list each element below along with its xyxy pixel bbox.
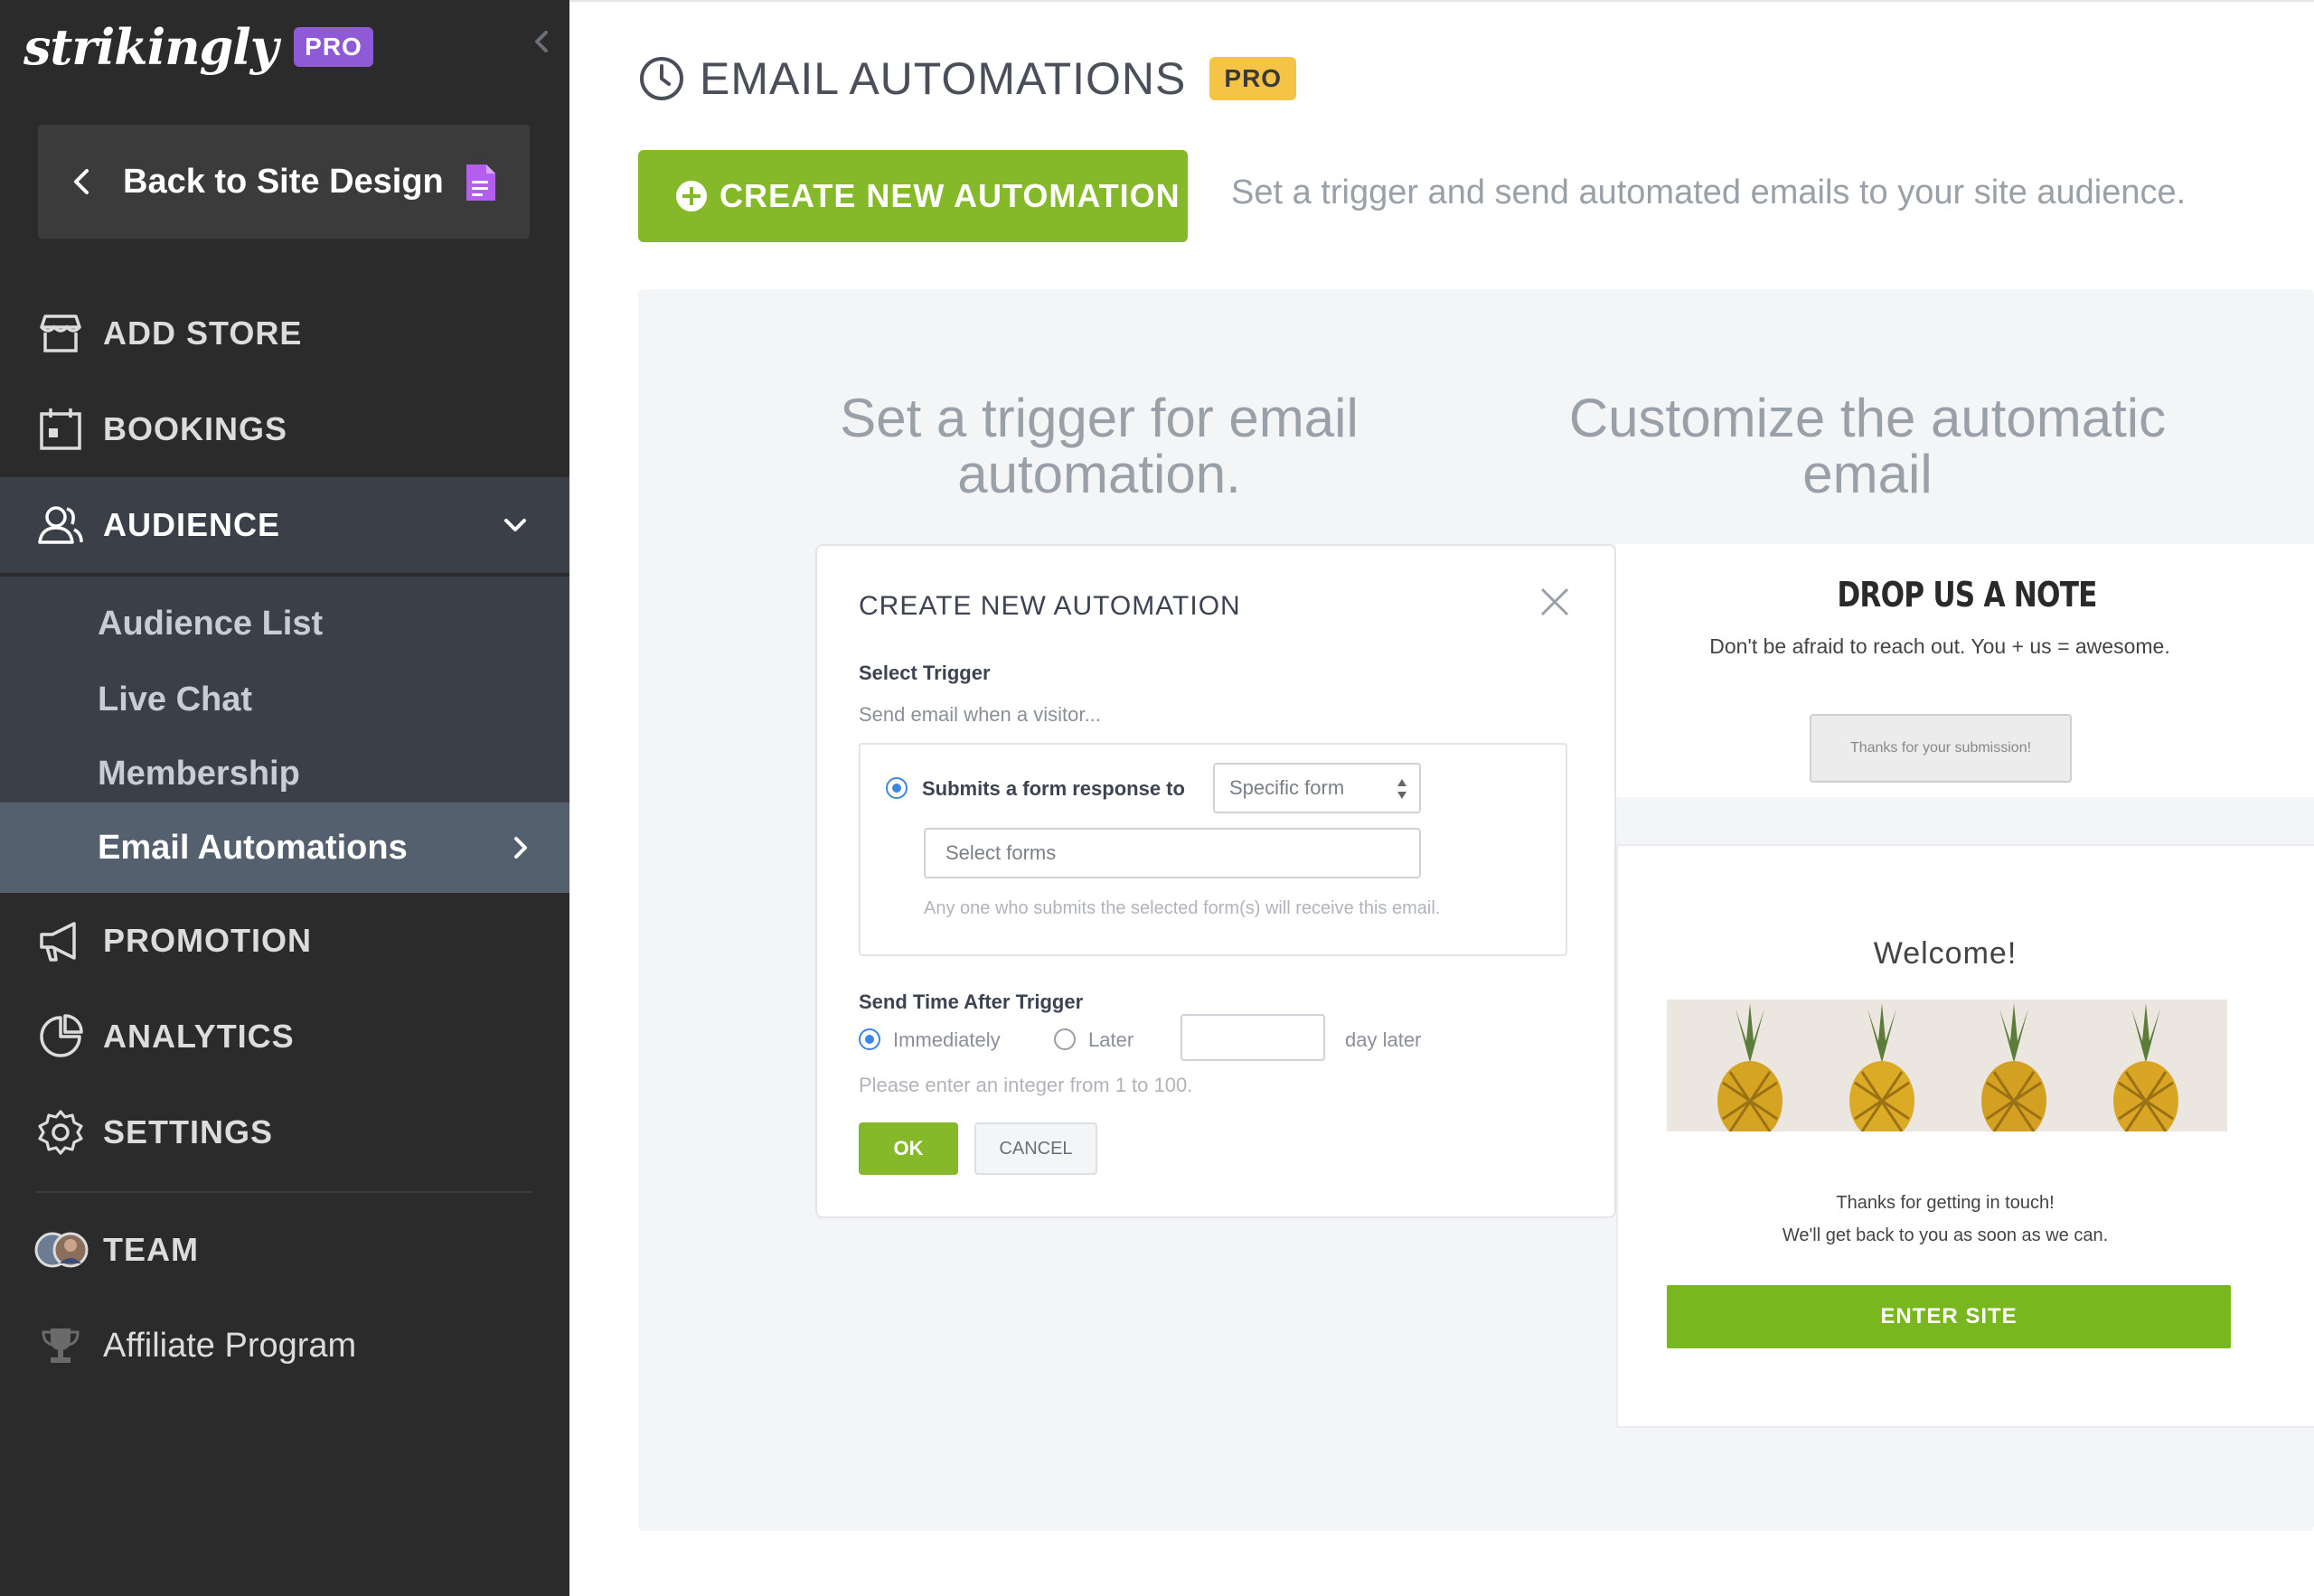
trigger-heading-line-2: automation. <box>957 444 1241 504</box>
customize-heading-line-1: Customize the automatic <box>1568 388 2167 448</box>
calendar-icon <box>36 405 85 454</box>
select-arrows-icon <box>1397 779 1406 799</box>
sidebar-item-live-chat[interactable]: Live Chat <box>0 662 569 737</box>
back-to-site-design-button[interactable]: Back to Site Design <box>38 125 530 239</box>
nav-label-add-store: ADD STORE <box>103 315 303 352</box>
page-header: EMAIL AUTOMATIONS PRO <box>638 47 1297 110</box>
integer-hint: Please enter an integer from 1 to 100. <box>859 1074 1193 1096</box>
later-radio[interactable] <box>1054 1028 1076 1050</box>
modal-title: CREATE NEW AUTOMATION <box>859 591 1241 621</box>
welcome-title: Welcome! <box>1873 936 2018 971</box>
pineapples-image <box>1667 1000 2227 1131</box>
clock-icon <box>640 57 683 100</box>
specific-form-select[interactable]: Specific form <box>1213 763 1421 813</box>
select-trigger-label: Select Trigger <box>859 662 991 684</box>
nav-label-audience: AUDIENCE <box>103 506 281 543</box>
day-later-label: day later <box>1345 1028 1422 1051</box>
audience-subnav: Audience List Live Chat Membership Email… <box>0 577 569 893</box>
nav-label-promotion: PROMOTION <box>103 922 312 959</box>
note-title: DROP US A NOTE <box>1837 575 2097 615</box>
create-automation-modal: CREATE NEW AUTOMATION Select Trigger Sen… <box>815 544 1616 1218</box>
days-input[interactable] <box>1181 1014 1325 1061</box>
store-icon <box>36 309 85 358</box>
nav-item-add-store[interactable]: ADD STORE <box>0 286 569 381</box>
chevron-down-icon <box>504 519 526 531</box>
nav-item-promotion[interactable]: PROMOTION <box>0 893 569 989</box>
nav-item-settings[interactable]: SETTINGS <box>0 1084 569 1180</box>
welcome-email-preview: Welcome! Thanks for getting in touch! We… <box>1616 844 2314 1428</box>
trigger-heading-line-1: Set a trigger for email <box>840 388 1359 448</box>
note-submit-button: Thanks for your submission! <box>1810 714 2072 783</box>
cancel-button[interactable]: CANCEL <box>974 1122 1097 1175</box>
sub-label-audience-list: Audience List <box>98 604 324 643</box>
nav-item-analytics[interactable]: ANALYTICS <box>0 989 569 1084</box>
immediately-radio[interactable] <box>859 1028 880 1050</box>
send-time-label: Send Time After Trigger <box>859 990 1084 1013</box>
sidebar: strikingly PRO Back to Site Design ADD S… <box>0 0 569 1596</box>
trigger-options-box: Submits a form response to Specific form… <box>859 743 1567 956</box>
submits-form-label: Submits a form response to <box>922 777 1185 800</box>
immediately-label: Immediately <box>893 1028 1001 1051</box>
enter-site-button: ENTER SITE <box>1667 1285 2231 1348</box>
note-subtitle: Don't be afraid to reach out. You + us =… <box>1709 634 2170 658</box>
contact-form-preview: DROP US A NOTE Don't be afraid to reach … <box>1616 544 2314 797</box>
page-title: EMAIL AUTOMATIONS <box>700 53 1187 104</box>
anyone-note: Any one who submits the selected form(s)… <box>924 898 1441 918</box>
select-forms-placeholder: Select forms <box>945 841 1057 864</box>
close-icon[interactable] <box>1538 586 1571 618</box>
customize-heading-line-2: email <box>1802 444 1933 504</box>
sub-label-membership: Membership <box>98 754 300 793</box>
audience-icon <box>36 501 85 549</box>
create-description: Set a trigger and send automated emails … <box>1231 174 2187 211</box>
sub-label-email-automations: Email Automations <box>98 828 408 867</box>
submits-form-radio[interactable] <box>886 777 908 799</box>
thanks-line-2: We'll get back to you as soon as we can. <box>1782 1225 2109 1245</box>
nav-label-team: TEAM <box>103 1231 199 1268</box>
specific-form-value: Specific form <box>1229 776 1345 799</box>
nav-item-team[interactable]: TEAM <box>0 1202 569 1298</box>
trophy-icon <box>36 1321 85 1370</box>
team-avatar-icon <box>34 1232 89 1268</box>
nav-item-affiliate-program[interactable]: Affiliate Program <box>0 1298 569 1394</box>
onboarding-panel: Set a trigger for email automation. Cust… <box>638 289 2314 1531</box>
nav-label-analytics: ANALYTICS <box>103 1018 295 1055</box>
trigger-heading: Set a trigger for email automation. <box>792 390 1406 502</box>
nav-label-settings: SETTINGS <box>103 1113 274 1150</box>
plus-circle-icon <box>676 181 707 211</box>
nav-item-bookings[interactable]: BOOKINGS <box>0 381 569 477</box>
sidebar-item-audience-list[interactable]: Audience List <box>0 586 569 662</box>
ok-button[interactable]: OK <box>859 1122 958 1175</box>
sidebar-item-email-automations[interactable]: Email Automations <box>0 803 569 893</box>
collapse-sidebar-icon[interactable] <box>524 23 560 60</box>
gear-icon <box>36 1108 85 1157</box>
sidebar-divider <box>36 1191 531 1193</box>
thanks-line-1: Thanks for getting in touch! <box>1836 1193 2055 1213</box>
back-button-label: Back to Site Design <box>123 162 444 201</box>
main-content: EMAIL AUTOMATIONS PRO CREATE NEW AUTOMAT… <box>569 0 2314 1596</box>
pie-chart-icon <box>36 1012 85 1061</box>
megaphone-icon <box>36 916 85 965</box>
strikingly-logo[interactable]: strikingly <box>24 18 278 76</box>
chevron-left-icon <box>74 169 89 194</box>
nav-label-bookings: BOOKINGS <box>103 410 288 447</box>
document-icon <box>466 164 495 201</box>
later-label: Later <box>1088 1028 1134 1051</box>
nav-label-affiliate-program: Affiliate Program <box>103 1326 357 1365</box>
logo-row: strikingly PRO <box>24 11 373 83</box>
pro-badge-yellow: PRO <box>1209 57 1297 100</box>
select-forms-input[interactable]: Select forms <box>924 828 1421 878</box>
create-button-label: CREATE NEW AUTOMATION <box>720 177 1181 214</box>
pro-badge: PRO <box>294 27 373 67</box>
sidebar-item-membership[interactable]: Membership <box>0 736 569 812</box>
chevron-right-icon <box>514 837 527 859</box>
nav-item-audience[interactable]: AUDIENCE <box>0 477 569 573</box>
sub-label-live-chat: Live Chat <box>98 680 253 718</box>
customize-heading: Customize the automatic email <box>1524 390 2211 502</box>
select-trigger-sub: Send email when a visitor... <box>859 703 1101 726</box>
create-new-automation-button[interactable]: CREATE NEW AUTOMATION <box>638 150 1188 242</box>
